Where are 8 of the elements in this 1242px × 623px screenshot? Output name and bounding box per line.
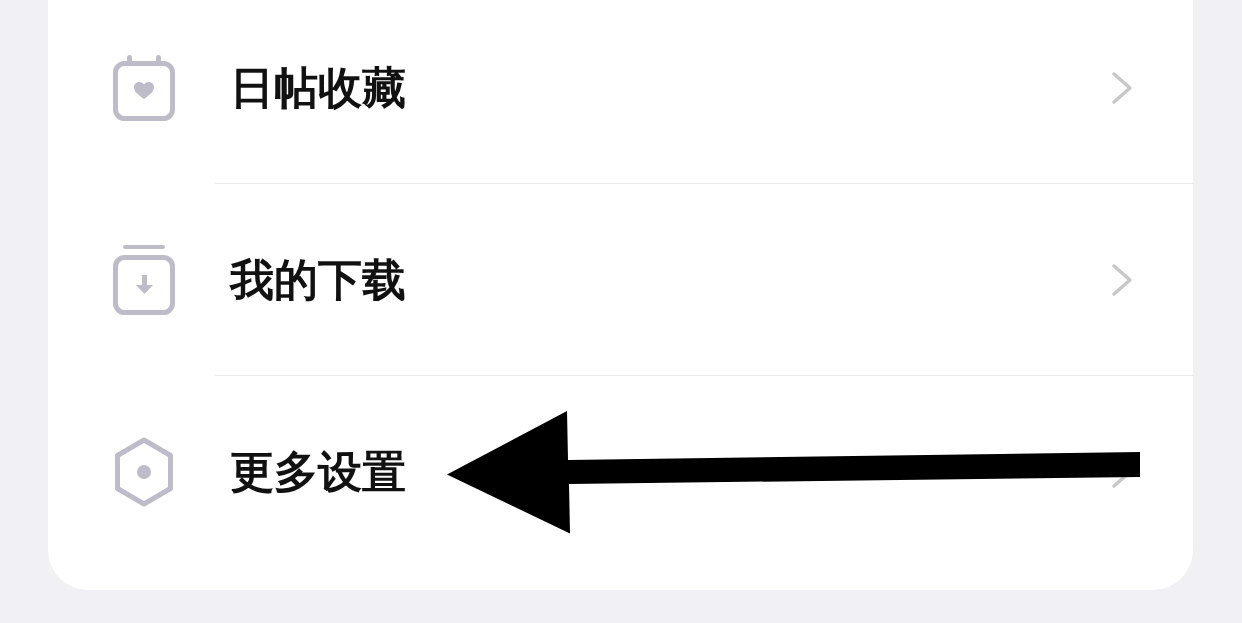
settings-icon <box>113 436 175 507</box>
calendar-heart-icon <box>113 54 175 121</box>
chevron-right-icon <box>1111 70 1133 105</box>
menu-item[interactable]: 日帖收藏 <box>48 0 1193 183</box>
download-box-icon <box>113 244 175 315</box>
chevron-right-icon <box>1111 262 1133 297</box>
menu-item[interactable]: 更多设置 <box>48 376 1193 567</box>
menu-item[interactable]: 我的下载 <box>48 184 1193 375</box>
